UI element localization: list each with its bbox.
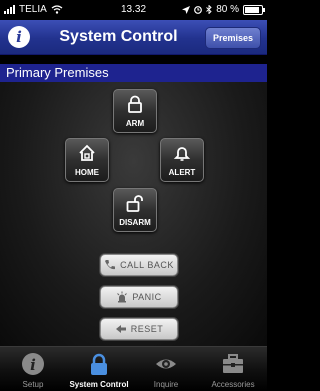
eye-icon [156, 359, 176, 369]
toolbox-icon [223, 354, 243, 373]
home-button[interactable]: HOME [65, 138, 109, 182]
call-back-button[interactable]: CALL BACK [100, 254, 178, 276]
tab-inquire[interactable]: Inquire [133, 349, 199, 391]
panic-label: PANIC [132, 292, 162, 302]
section-header: Primary Premises [0, 64, 267, 82]
tab-setup-label: Setup [22, 380, 44, 389]
premises-button[interactable]: Premises [204, 27, 261, 49]
home-label: HOME [75, 168, 99, 177]
svg-text:i: i [30, 356, 36, 374]
lock-open-icon [126, 195, 143, 212]
lock-closed-icon [128, 95, 142, 113]
info-button[interactable]: i [8, 26, 30, 48]
bell-icon [173, 147, 191, 161]
tab-inquire-label: Inquire [153, 380, 179, 389]
siren-icon [117, 291, 128, 303]
alert-label: ALERT [168, 168, 196, 177]
panic-button[interactable]: PANIC [100, 286, 178, 308]
alert-button[interactable]: ALERT [160, 138, 204, 182]
call-back-label: CALL BACK [120, 260, 174, 270]
navigation-bar: i System Control Premises [0, 20, 267, 55]
section-title: Primary Premises [6, 65, 109, 80]
reset-button[interactable]: RESET [100, 318, 178, 340]
location-arrow-icon [182, 5, 191, 14]
arm-label: ARM [125, 119, 145, 128]
tab-system-control-label: System Control [69, 380, 129, 389]
bluetooth-icon [206, 5, 212, 14]
tab-accessories[interactable]: Accessories [200, 349, 266, 391]
alarm-clock-icon [194, 5, 203, 14]
tab-bar: i Setup System Control Inquire Accessori… [0, 346, 267, 391]
tab-setup[interactable]: i Setup [0, 349, 66, 391]
control-panel: ARM HOME ALERT DISARM CALL BACK PANIC RE… [0, 82, 267, 346]
disarm-button[interactable]: DISARM [113, 188, 157, 232]
reset-label: RESET [130, 324, 164, 334]
lock-icon [91, 353, 107, 375]
disarm-label: DISARM [119, 218, 151, 227]
info-icon: i [22, 353, 44, 375]
phone-icon [105, 260, 116, 270]
tab-accessories-label: Accessories [211, 380, 255, 389]
arm-button[interactable]: ARM [113, 89, 157, 133]
battery-icon [243, 4, 265, 15]
home-icon [79, 144, 95, 161]
status-bar: TELIA 13.32 80 % [0, 0, 267, 20]
battery-percentage: 80 % [216, 4, 239, 15]
arrow-left-icon [115, 325, 126, 333]
page-title: System Control [59, 28, 178, 45]
tab-system-control[interactable]: System Control [66, 349, 132, 391]
